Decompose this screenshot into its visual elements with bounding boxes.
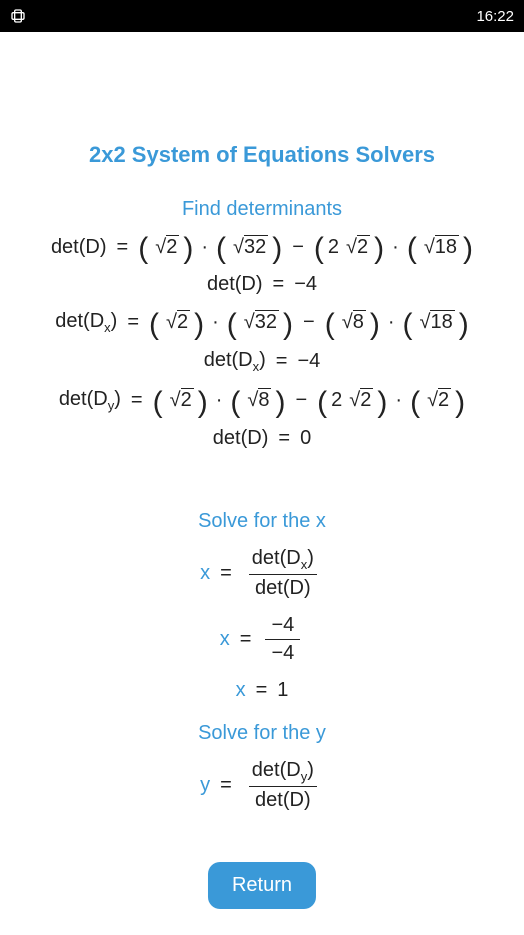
equation-x-substituted: x= −4 −4 — [15, 614, 509, 665]
return-button[interactable]: Return — [208, 862, 316, 909]
section-solve-y: Solve for the y — [15, 722, 509, 745]
equation-detDx-result: det(Dx)=−4 — [15, 349, 509, 374]
section-solve-x: Solve for the x — [15, 510, 509, 533]
status-bar: 16:22 — [0, 0, 524, 32]
equation-detD-result: det(D)=−4 — [15, 273, 509, 296]
equation-detD-expansion: det(D) = (2) · (32) − (22) · (18) — [15, 235, 509, 259]
status-time: 16:22 — [476, 8, 514, 25]
page-title: 2x2 System of Equations Solvers — [15, 142, 509, 168]
equation-detDy-result: det(D)=0 — [15, 427, 509, 450]
equation-x-result: x=1 — [15, 679, 509, 702]
equation-x-formula: x= det(Dx) det(D) — [15, 547, 509, 600]
section-determinants: Find determinants — [15, 198, 509, 221]
equation-detDx-expansion: det(Dx) = (2) · (32) − (8) · (18) — [15, 310, 509, 335]
rotate-icon — [10, 8, 26, 24]
equation-detDy-expansion: det(Dy) = (2) · (8) − (22) · (2) — [15, 388, 509, 413]
content-area: 2x2 System of Equations Solvers Find det… — [0, 32, 524, 811]
equation-y-formula: y= det(Dy) det(D) — [15, 759, 509, 811]
